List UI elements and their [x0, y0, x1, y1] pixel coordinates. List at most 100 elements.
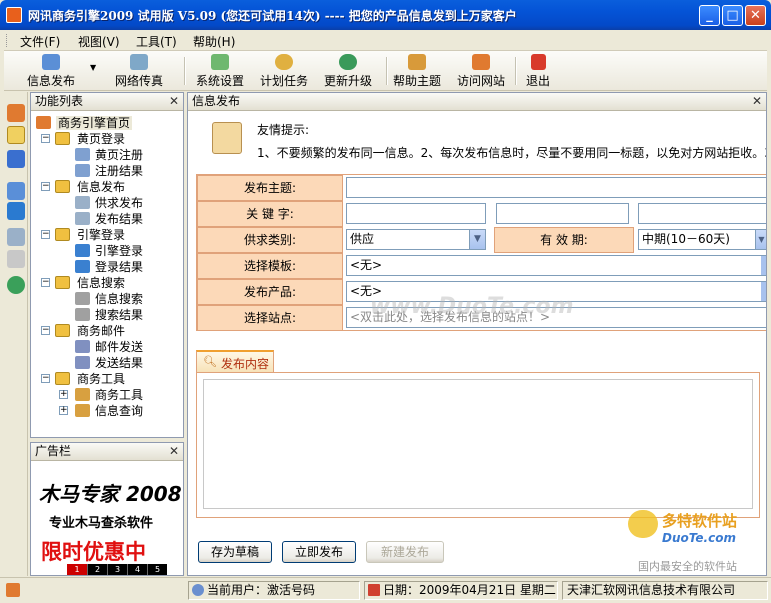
- tab-content[interactable]: 🔍︎ 发布内容: [196, 350, 274, 372]
- minimize-button[interactable]: _: [699, 5, 720, 26]
- tree-group[interactable]: − 信息搜索: [41, 276, 125, 290]
- status-user-text: 当前用户：激活号码: [207, 583, 316, 597]
- keyword-input-1[interactable]: [346, 203, 486, 224]
- item-icon: [75, 164, 90, 177]
- expand-toggle-icon[interactable]: +: [59, 390, 68, 399]
- save-draft-button[interactable]: 存为草稿: [198, 541, 272, 563]
- spellcheck-icon[interactable]: [7, 150, 25, 168]
- subject-input[interactable]: [346, 177, 766, 198]
- menu-help[interactable]: 帮助(H): [193, 33, 235, 50]
- category-value: 供应: [350, 232, 375, 246]
- panel-title: 功能列表: [35, 94, 84, 108]
- search-icon: 🔍︎: [203, 355, 217, 368]
- ad-page-4[interactable]: 4: [127, 564, 147, 575]
- toolbar-website-button[interactable]: 访问网站: [454, 53, 508, 89]
- toolbar-publish-button[interactable]: 信息发布: [24, 53, 78, 89]
- toolbar-fax-button[interactable]: 网络传真: [112, 53, 166, 89]
- tree-item[interactable]: 搜索结果: [75, 308, 143, 322]
- tree-item[interactable]: + 信息查询: [59, 404, 143, 418]
- ad-slogan: 专业木马查杀软件: [49, 516, 154, 531]
- ad-page-2[interactable]: 2: [87, 564, 107, 575]
- list-icon[interactable]: [7, 126, 25, 144]
- browser-icon[interactable]: [7, 202, 25, 220]
- validity-value: 中期(10－60天): [642, 232, 730, 246]
- toolbar-help-button[interactable]: 帮助主题: [390, 53, 444, 89]
- network-icon[interactable]: [7, 276, 25, 294]
- ad-page-1[interactable]: 1: [67, 564, 87, 575]
- chevron-down-icon[interactable]: [761, 256, 766, 275]
- keyword-input-3[interactable]: [638, 203, 766, 224]
- tree-item[interactable]: 发布结果: [75, 212, 143, 226]
- tree-item-label: 搜索结果: [95, 308, 144, 322]
- title-bar[interactable]: 网讯商务引擎2009 试用版 V5.09 (您还可试用14次) ---- 把您的…: [0, 0, 771, 30]
- tree-item[interactable]: 引擎登录: [75, 244, 143, 258]
- keyword-input-2[interactable]: [496, 203, 629, 224]
- tree-item[interactable]: 黄页注册: [75, 148, 143, 162]
- item-icon: [75, 356, 90, 369]
- folder-icon: [55, 372, 70, 385]
- tree-item-label: 供求发布: [95, 196, 144, 210]
- close-button[interactable]: ✕: [745, 5, 766, 26]
- menu-tools[interactable]: 工具(T): [136, 33, 177, 50]
- tree-group[interactable]: − 信息发布: [41, 180, 125, 194]
- subject-label: 发布主题:: [197, 175, 343, 201]
- notepad-icon[interactable]: [7, 250, 25, 268]
- tree-item[interactable]: 供求发布: [75, 196, 143, 210]
- collapse-toggle-icon[interactable]: −: [41, 134, 50, 143]
- document-icon[interactable]: [7, 228, 25, 246]
- tree-item[interactable]: + 商务工具: [59, 388, 143, 402]
- expand-toggle-icon[interactable]: +: [59, 406, 68, 415]
- dropdown-arrow-icon[interactable]: ▼: [90, 63, 96, 72]
- maximize-button[interactable]: □: [722, 5, 743, 26]
- home-icon[interactable]: [7, 104, 25, 122]
- template-select[interactable]: <无>: [346, 255, 766, 276]
- tree-item[interactable]: 注册结果: [75, 164, 143, 178]
- close-icon[interactable]: ✕: [169, 93, 179, 110]
- tree-root[interactable]: 商务引擎首页: [36, 116, 133, 130]
- close-icon[interactable]: ✕: [752, 93, 762, 110]
- product-label: 发布产品:: [197, 279, 343, 305]
- toolbar-update-button[interactable]: 更新升级: [321, 53, 375, 89]
- menu-view[interactable]: 视图(V): [78, 33, 120, 50]
- chevron-down-icon[interactable]: ▼: [755, 230, 766, 249]
- tree-group[interactable]: − 黄页登录: [41, 132, 125, 146]
- chevron-down-icon[interactable]: ▼: [469, 230, 485, 249]
- toolbar-exit-button[interactable]: 退出: [520, 53, 556, 89]
- collapse-toggle-icon[interactable]: −: [41, 326, 50, 335]
- tree-group[interactable]: − 商务邮件: [41, 324, 125, 338]
- tip-icon: [212, 122, 242, 154]
- tree-item[interactable]: 邮件发送: [75, 340, 143, 354]
- tab-content-label: 发布内容: [221, 357, 270, 371]
- menu-file[interactable]: 文件(F): [20, 33, 60, 50]
- new-publish-button[interactable]: 新建发布: [366, 541, 444, 563]
- item-icon: [75, 244, 90, 257]
- category-select[interactable]: 供应 ▼: [346, 229, 486, 250]
- watermark-corner-cn: 多特软件站: [662, 512, 738, 530]
- content-editor[interactable]: [203, 379, 753, 509]
- status-company: 天津汇软网讯信息技术有限公司: [562, 581, 768, 600]
- collapse-toggle-icon[interactable]: −: [41, 182, 50, 191]
- ad-page-5[interactable]: 5: [147, 564, 167, 575]
- close-icon[interactable]: ✕: [169, 443, 179, 460]
- toolbar-schedule-button[interactable]: 计划任务: [257, 53, 311, 89]
- toolbar-settings-button[interactable]: 系统设置: [193, 53, 247, 89]
- globe-icon[interactable]: [7, 182, 25, 200]
- validity-select[interactable]: 中期(10－60天) ▼: [638, 229, 766, 250]
- tree-group[interactable]: − 引擎登录: [41, 228, 125, 242]
- publish-now-button[interactable]: 立即发布: [282, 541, 356, 563]
- help-book-icon: [408, 54, 426, 70]
- collapse-toggle-icon[interactable]: −: [41, 374, 50, 383]
- ad-banner[interactable]: 木马专家 2008 专业木马查杀软件 限时优惠中 1 2 3 4 5: [31, 462, 183, 575]
- collapse-toggle-icon[interactable]: −: [41, 278, 50, 287]
- tree-item[interactable]: 发送结果: [75, 356, 143, 370]
- tree-item-label: 发布结果: [95, 212, 144, 226]
- chevron-down-icon[interactable]: [761, 282, 766, 301]
- panel-header: 功能列表 ✕: [31, 93, 183, 111]
- tree-item[interactable]: 登录结果: [75, 260, 143, 274]
- tree-group[interactable]: − 商务工具: [41, 372, 125, 386]
- ad-page-3[interactable]: 3: [107, 564, 127, 575]
- collapse-toggle-icon[interactable]: −: [41, 230, 50, 239]
- status-bar: 当前用户：激活号码 日期：2009年04月21日 星期二 天津汇软网讯信息技术有…: [0, 577, 771, 603]
- keyword-label: 关 键 字:: [197, 201, 343, 227]
- tree-item[interactable]: 信息搜索: [75, 292, 143, 306]
